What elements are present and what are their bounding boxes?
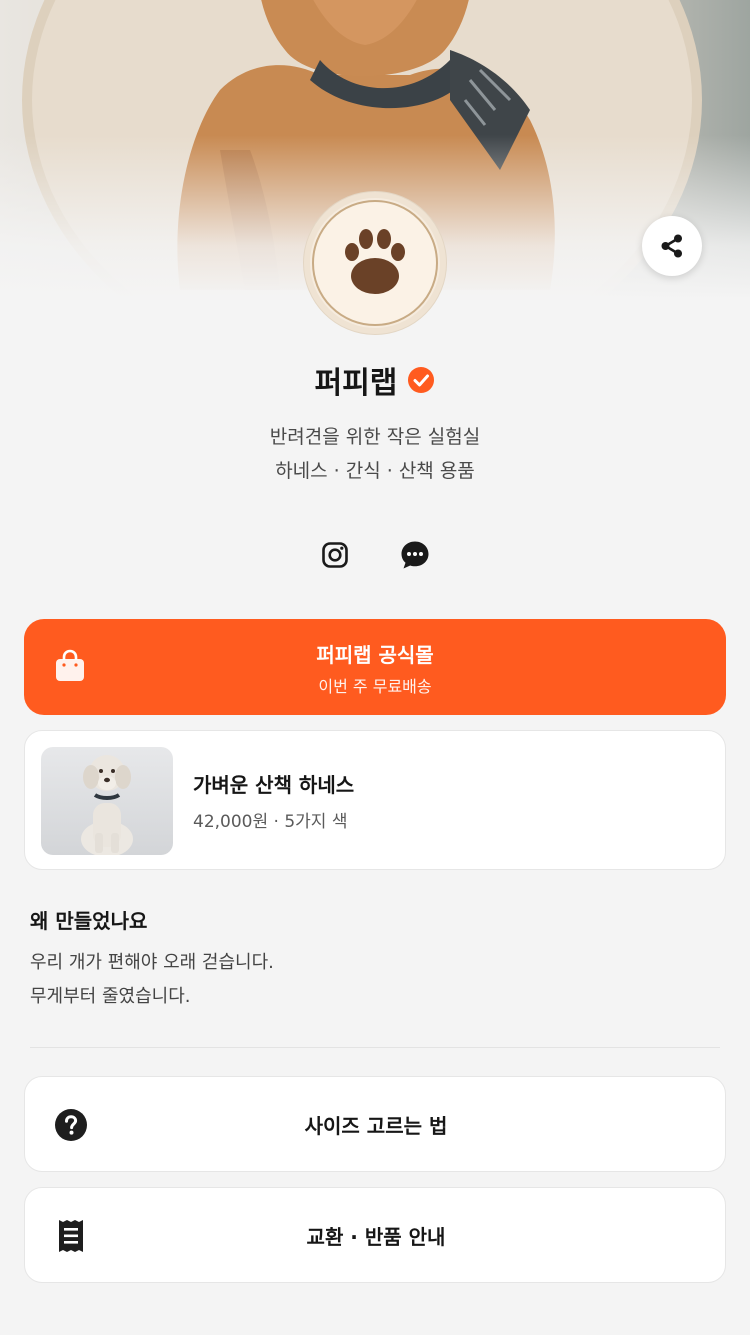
profile-name-row: 퍼피랩 xyxy=(0,358,750,402)
bio-line-1: 반려견을 위한 작은 실험실 xyxy=(269,426,481,448)
profile-bio: 반려견을 위한 작은 실험실 하네스 · 간식 · 산책 용품 xyxy=(0,420,750,488)
story-body: 우리 개가 편해야 오래 걷습니다. 무게부터 줄였습니다. xyxy=(30,946,274,1014)
store-button-title: 퍼피랩 공식몰 xyxy=(316,643,434,667)
exchange-return-label: 교환 · 반품 안내 xyxy=(306,1224,446,1249)
product-card[interactable]: 가벼운 산책 하네스 42,000원 · 5가지 색 xyxy=(24,730,726,870)
size-guide-button[interactable]: 사이즈 고르는 법 xyxy=(24,1076,726,1172)
avatar-inner-ring xyxy=(312,200,438,326)
social-links xyxy=(0,540,750,570)
instagram-link[interactable] xyxy=(320,540,350,570)
story-line-1: 우리 개가 편해야 오래 걷습니다. xyxy=(30,952,274,973)
section-divider xyxy=(30,1047,720,1048)
size-guide-label: 사이즈 고르는 법 xyxy=(304,1113,448,1138)
chat-bubble-icon xyxy=(401,541,429,569)
share-button[interactable] xyxy=(642,216,702,276)
chat-link[interactable] xyxy=(400,540,430,570)
share-icon xyxy=(661,234,682,258)
story-title: 왜 만들었나요 xyxy=(30,909,148,933)
product-thumbnail xyxy=(41,747,173,855)
story-line-2: 무게부터 줄였습니다. xyxy=(30,986,191,1007)
profile-avatar xyxy=(304,192,446,334)
verified-check-icon xyxy=(408,367,435,393)
instagram-icon xyxy=(322,542,348,568)
paw-icon xyxy=(345,229,405,294)
exchange-return-button[interactable]: 교환 · 반품 안내 xyxy=(24,1187,726,1283)
profile-name: 퍼피랩 xyxy=(314,366,398,401)
bio-line-2: 하네스 · 간식 · 산책 용품 xyxy=(275,460,475,482)
product-price-meta: 42,000원 · 5가지 색 xyxy=(193,812,348,832)
product-title: 가벼운 산책 하네스 xyxy=(193,773,355,797)
official-store-button[interactable]: 퍼피랩 공식몰 이번 주 무료배송 xyxy=(24,619,726,715)
store-button-subtitle: 이번 주 무료배송 xyxy=(318,677,432,696)
